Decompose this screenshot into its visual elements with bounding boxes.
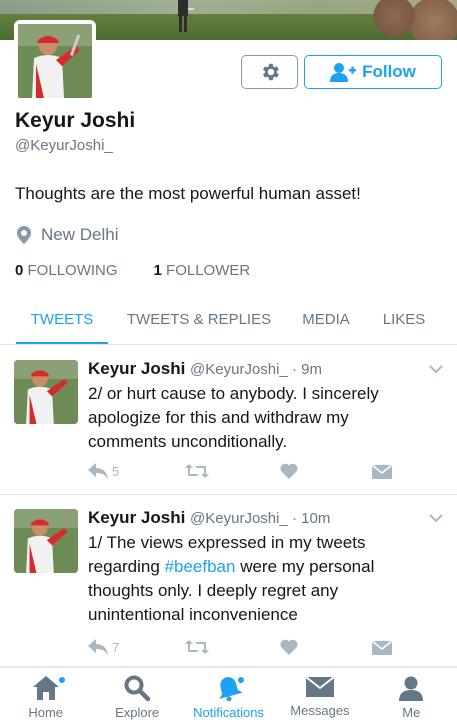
- profile-name: Keyur Joshi: [15, 109, 136, 132]
- like-button[interactable]: [280, 463, 372, 479]
- avatar-photo: [18, 24, 92, 98]
- person-icon: [399, 676, 424, 701]
- tabbar-notifications[interactable]: Notifications: [183, 668, 274, 726]
- tabbar-label: Notifications: [193, 705, 264, 720]
- tabbar-label: Home: [28, 705, 64, 720]
- tweet-meta: @KeyurJoshi_ · 10m: [190, 510, 331, 527]
- avatar-photo: [14, 509, 78, 573]
- retweet-button[interactable]: [185, 639, 280, 655]
- tabbar-home[interactable]: Home: [0, 668, 91, 726]
- hashtag-link[interactable]: #beefban: [165, 557, 236, 576]
- tab-tweets-replies[interactable]: TWEETS & REPLIES: [121, 300, 277, 344]
- chevron-down-icon[interactable]: [429, 513, 443, 523]
- notifications-dot: [237, 677, 244, 683]
- avatar-photo: [14, 360, 78, 424]
- following-stat[interactable]: 0 FOLLOWING: [15, 262, 118, 279]
- tweet-author-name[interactable]: Keyur Joshi: [88, 508, 185, 527]
- location-pin-icon: [17, 226, 31, 244]
- follow-stats: 0 FOLLOWING 1 FOLLOWER: [15, 262, 250, 279]
- profile-tabs: TWEETS TWEETS & REPLIES MEDIA LIKES: [0, 300, 457, 345]
- banner-golfer-image: [178, 0, 194, 32]
- tabbar-label: Explore: [115, 705, 160, 720]
- tweet-header: Keyur Joshi @KeyurJoshi_ · 10m: [88, 508, 330, 528]
- tabbar-label: Me: [402, 705, 421, 720]
- tweet-avatar[interactable]: [14, 360, 78, 424]
- search-icon: [124, 675, 151, 701]
- reply-count: 5: [112, 463, 120, 479]
- tab-label: MEDIA: [302, 311, 350, 328]
- reply-button[interactable]: 5: [88, 463, 185, 479]
- reply-icon: [88, 639, 108, 655]
- tab-likes[interactable]: LIKES: [377, 300, 431, 344]
- tab-label: TWEETS & REPLIES: [126, 311, 272, 328]
- add-user-icon: [330, 63, 357, 82]
- direct-message-button[interactable]: [372, 463, 392, 479]
- retweet-icon: [185, 640, 209, 654]
- tab-label: TWEETS: [30, 311, 94, 328]
- follow-button-label: Follow: [362, 62, 416, 81]
- retweet-icon: [185, 464, 209, 478]
- tweet-actions: 7: [88, 639, 392, 655]
- followers-count: 1: [153, 262, 162, 279]
- reply-icon: [88, 463, 108, 479]
- following-count: 0: [15, 262, 24, 279]
- tabbar-explore[interactable]: Explore: [91, 668, 182, 726]
- tweet-item[interactable]: Keyur Joshi @KeyurJoshi_ · 9m 2/ or hurt…: [0, 346, 457, 495]
- reply-count: 7: [112, 639, 120, 655]
- profile-avatar[interactable]: [14, 20, 96, 102]
- reply-button[interactable]: 7: [88, 639, 185, 655]
- retweet-button[interactable]: [185, 463, 280, 479]
- follow-button[interactable]: Follow: [304, 55, 442, 89]
- chevron-down-icon[interactable]: [429, 364, 443, 374]
- tweet-meta: @KeyurJoshi_ · 9m: [190, 361, 322, 378]
- tweet-actions: 5: [88, 463, 392, 479]
- profile-bio: Thoughts are the most powerful human ass…: [15, 184, 361, 203]
- tweet-author-name[interactable]: Keyur Joshi: [88, 359, 185, 378]
- tab-media[interactable]: MEDIA: [297, 300, 355, 344]
- followers-label: FOLLOWER: [166, 262, 251, 279]
- home-icon: [32, 676, 59, 700]
- bottom-tab-bar: Home Explore Notifications Messages Me: [0, 667, 457, 726]
- profile-handle: @KeyurJoshi_: [15, 137, 113, 154]
- tabbar-messages[interactable]: Messages: [274, 668, 365, 726]
- dm-envelope-icon: [372, 464, 392, 479]
- following-label: FOLLOWING: [27, 262, 118, 279]
- heart-icon: [280, 463, 298, 479]
- tab-tweets[interactable]: TWEETS: [16, 300, 108, 344]
- location-label: New Delhi: [41, 225, 119, 244]
- tweet-text: 2/ or hurt cause to anybody. I sincerely…: [88, 384, 379, 451]
- gear-icon: [262, 63, 279, 81]
- envelope-icon: [305, 676, 334, 697]
- tab-label: LIKES: [382, 311, 426, 328]
- tabbar-me[interactable]: Me: [366, 668, 457, 726]
- direct-message-button[interactable]: [372, 639, 392, 655]
- like-button[interactable]: [280, 639, 372, 655]
- settings-button[interactable]: [241, 55, 298, 89]
- tweet-item[interactable]: Keyur Joshi @KeyurJoshi_ · 10m 1/ The vi…: [0, 495, 457, 667]
- tabbar-label: Messages: [290, 703, 350, 718]
- banner-trees: [367, 0, 457, 40]
- home-notification-dot: [59, 677, 65, 683]
- profile-location: New Delhi: [17, 225, 118, 245]
- followers-stat[interactable]: 1 FOLLOWER: [154, 262, 251, 279]
- dm-envelope-icon: [372, 640, 392, 655]
- heart-icon: [280, 639, 298, 655]
- tweet-text: 1/ The views expressed in my tweets rega…: [88, 531, 428, 627]
- tweet-avatar[interactable]: [14, 509, 78, 573]
- tweet-header: Keyur Joshi @KeyurJoshi_ · 9m: [88, 359, 322, 379]
